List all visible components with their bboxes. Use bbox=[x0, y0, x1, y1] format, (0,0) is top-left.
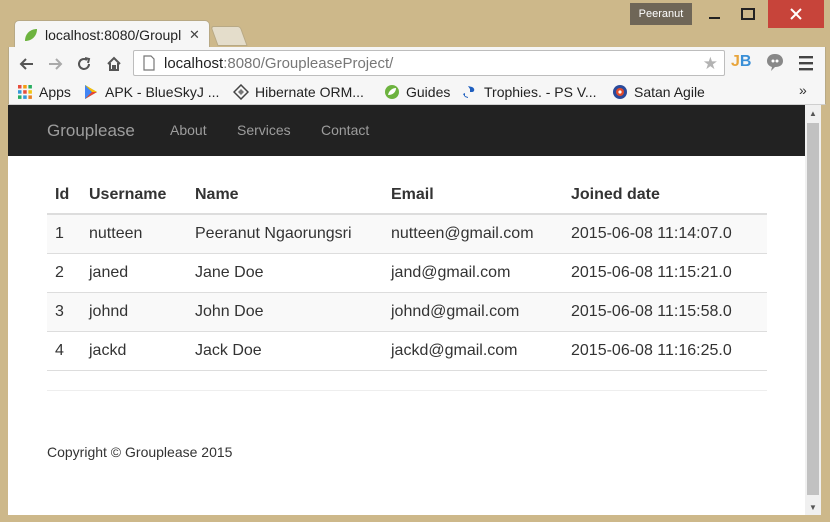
column-header-username: Username bbox=[81, 177, 187, 215]
back-button[interactable] bbox=[15, 53, 37, 75]
cell-name: Peeranut Ngaorungsri bbox=[187, 214, 383, 254]
cell-email: jand@gmail.com bbox=[383, 253, 563, 293]
bookmark-label: Satan Agile bbox=[634, 84, 705, 100]
hibernate-icon bbox=[233, 84, 249, 100]
forward-button[interactable] bbox=[45, 53, 67, 75]
cell-email: johnd@gmail.com bbox=[383, 292, 563, 332]
spring-leaf-icon bbox=[25, 28, 37, 41]
cell-email: nutteen@gmail.com bbox=[383, 214, 563, 254]
page-viewport: Grouplease About Services Contact Id Use… bbox=[8, 105, 805, 515]
spring-icon bbox=[385, 85, 399, 99]
bookmark-label: Trophies. - PS V... bbox=[484, 84, 597, 100]
nav-link-contact[interactable]: Contact bbox=[321, 105, 369, 156]
bookmark-hibernate[interactable]: Hibernate ORM... bbox=[233, 80, 364, 104]
hamburger-menu-icon[interactable] bbox=[797, 53, 815, 73]
bookmarks-overflow-button[interactable]: » bbox=[799, 82, 807, 98]
home-button[interactable] bbox=[103, 53, 125, 75]
window-bottom-border bbox=[8, 515, 822, 522]
cell-joined-date: 2015-06-08 11:15:21.0 bbox=[563, 253, 767, 293]
bookmark-apk[interactable]: APK - BlueSkyJ ... bbox=[83, 80, 219, 104]
cell-id: 4 bbox=[47, 331, 81, 371]
table-header-row: Id Username Name Email Joined date bbox=[47, 177, 767, 215]
table-row: 1 nutteen Peeranut Ngaorungsri nutteen@g… bbox=[47, 214, 767, 254]
page-icon bbox=[143, 55, 155, 71]
url-text: localhost:8080/GroupleaseProject/ bbox=[164, 54, 394, 72]
cell-username: nutteen bbox=[81, 214, 187, 254]
cell-joined-date: 2015-06-08 11:15:58.0 bbox=[563, 292, 767, 332]
reload-button[interactable] bbox=[73, 53, 95, 75]
minimize-icon bbox=[709, 17, 720, 19]
tab-close-icon[interactable]: ✕ bbox=[189, 27, 200, 43]
cell-id: 3 bbox=[47, 292, 81, 332]
vertical-scrollbar[interactable]: ▲ ▼ bbox=[805, 105, 821, 515]
scroll-up-arrow-icon[interactable]: ▲ bbox=[805, 105, 821, 121]
column-header-joined-date: Joined date bbox=[563, 177, 767, 215]
home-icon bbox=[107, 56, 121, 71]
browser-toolbar: localhost:8080/GroupleaseProject/ ★ JB bbox=[8, 47, 826, 80]
column-header-id: Id bbox=[47, 177, 81, 215]
nav-link-about[interactable]: About bbox=[170, 105, 207, 156]
play-store-icon bbox=[85, 85, 97, 99]
site-navbar: Grouplease About Services Contact bbox=[8, 105, 805, 156]
bookmark-label: Hibernate ORM... bbox=[255, 84, 364, 100]
reload-icon bbox=[78, 57, 91, 70]
footer-divider bbox=[47, 390, 767, 391]
cell-joined-date: 2015-06-08 11:16:25.0 bbox=[563, 331, 767, 371]
tab-title: localhost:8080/Groupl bbox=[45, 26, 182, 43]
bookmark-satan-agile[interactable]: Satan Agile bbox=[612, 80, 705, 104]
playstation-icon bbox=[463, 86, 475, 98]
scroll-down-arrow-icon[interactable]: ▼ bbox=[805, 499, 821, 515]
close-icon bbox=[790, 8, 802, 20]
maximize-icon bbox=[741, 8, 755, 20]
cell-name: Jane Doe bbox=[187, 253, 383, 293]
column-header-name: Name bbox=[187, 177, 383, 215]
cell-id: 2 bbox=[47, 253, 81, 293]
profile-badge[interactable]: Peeranut bbox=[630, 3, 692, 25]
cell-username: janed bbox=[81, 253, 187, 293]
back-arrow-icon bbox=[19, 58, 33, 70]
address-bar[interactable]: localhost:8080/GroupleaseProject/ ★ bbox=[133, 50, 725, 76]
table-row: 4 jackd Jack Doe jackd@gmail.com 2015-06… bbox=[47, 331, 767, 371]
table-row: 2 janed Jane Doe jand@gmail.com 2015-06-… bbox=[47, 253, 767, 293]
cell-name: Jack Doe bbox=[187, 331, 383, 371]
close-window-button[interactable] bbox=[768, 0, 824, 28]
minimize-button[interactable] bbox=[700, 0, 730, 28]
nav-link-services[interactable]: Services bbox=[237, 105, 291, 156]
maximize-button[interactable] bbox=[733, 0, 763, 28]
cell-id: 1 bbox=[47, 214, 81, 254]
speech-bubble-extension-icon[interactable] bbox=[765, 52, 785, 72]
footer-copyright: Copyright © Grouplease 2015 bbox=[47, 444, 233, 460]
bookmark-label: Apps bbox=[39, 84, 71, 100]
bookmark-star-icon[interactable]: ★ bbox=[703, 54, 718, 74]
scrollbar-thumb[interactable] bbox=[807, 123, 819, 495]
cell-name: John Doe bbox=[187, 292, 383, 332]
bookmark-trophies[interactable]: Trophies. - PS V... bbox=[462, 80, 597, 104]
jetbrains-extension-icon[interactable]: JB bbox=[731, 53, 751, 71]
cell-email: jackd@gmail.com bbox=[383, 331, 563, 371]
navbar-brand-link[interactable]: Grouplease bbox=[47, 105, 135, 156]
bookmark-apps[interactable]: Apps bbox=[17, 80, 71, 104]
users-table: Id Username Name Email Joined date 1 nut… bbox=[47, 177, 767, 371]
column-header-email: Email bbox=[383, 177, 563, 215]
table-row: 3 johnd John Doe johnd@gmail.com 2015-06… bbox=[47, 292, 767, 332]
cell-username: johnd bbox=[81, 292, 187, 332]
forward-arrow-icon bbox=[49, 58, 63, 70]
bookmarks-bar: Apps APK - BlueSkyJ ... Hibernate ORM...… bbox=[8, 80, 826, 105]
bookmark-label: Guides bbox=[406, 84, 451, 100]
apps-grid-icon bbox=[18, 85, 32, 99]
bookmark-label: APK - BlueSkyJ ... bbox=[105, 84, 220, 100]
browser-tab[interactable]: localhost:8080/Groupl ✕ bbox=[14, 20, 210, 48]
cell-joined-date: 2015-06-08 11:14:07.0 bbox=[563, 214, 767, 254]
satan-agile-icon bbox=[613, 85, 627, 99]
cell-username: jackd bbox=[81, 331, 187, 371]
bookmark-guides[interactable]: Guides bbox=[384, 80, 450, 104]
